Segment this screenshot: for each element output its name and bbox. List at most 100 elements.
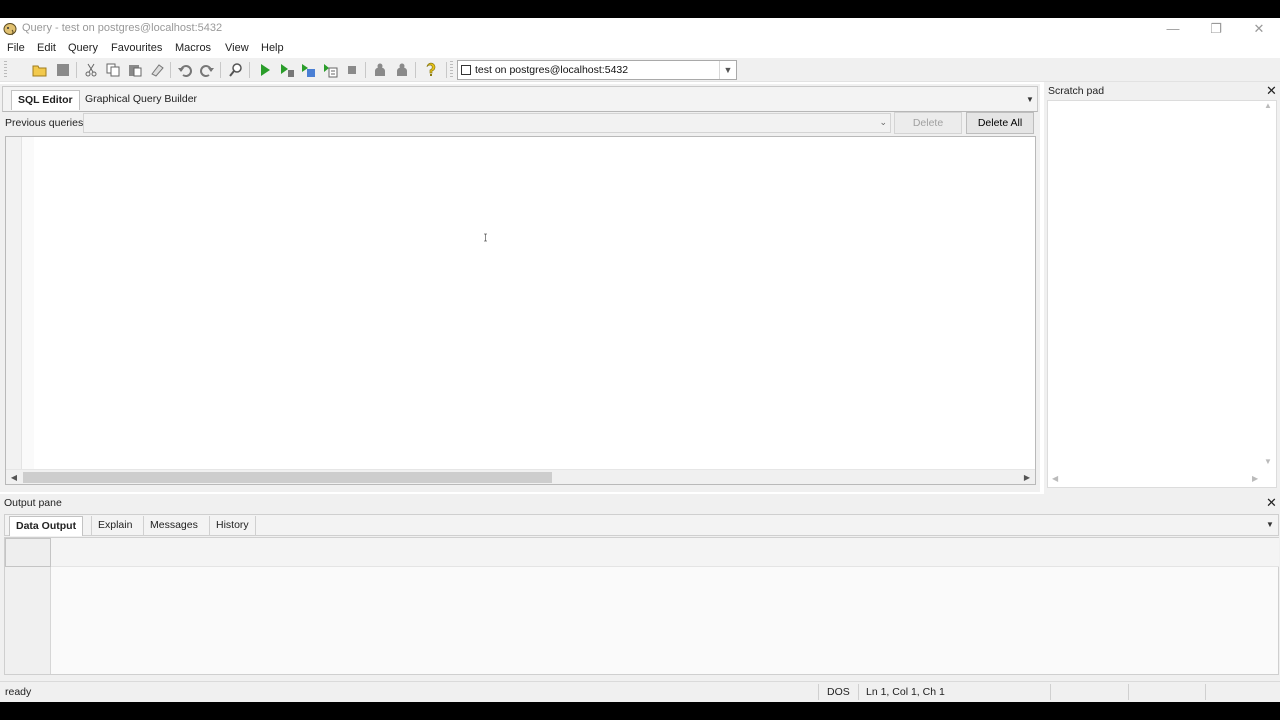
sql-editor-panel: SQL Editor Graphical Query Builder ▼ Pre… [0, 84, 1040, 492]
execute-to-file-button[interactable] [300, 62, 316, 78]
cut-button[interactable] [83, 62, 99, 78]
status-separator [858, 684, 859, 700]
execute-pgscript-button[interactable] [279, 62, 295, 78]
paste-button[interactable] [127, 62, 143, 78]
scratch-pad-title: Scratch pad [1048, 85, 1105, 97]
scroll-down-icon[interactable]: ▼ [1264, 457, 1272, 466]
scratch-horizontal-scrollbar[interactable]: ◀ ▶ [1048, 473, 1264, 487]
toolbar-separator [220, 62, 221, 78]
close-window-button[interactable]: ✕ [1237, 18, 1280, 40]
toolbar-separator [76, 62, 77, 78]
execute-to-file-icon [302, 64, 315, 77]
status-separator [818, 684, 819, 700]
tab-sql-editor[interactable]: SQL Editor [11, 90, 80, 110]
close-scratch-pad-icon[interactable]: ✕ [1266, 84, 1277, 97]
explain-options-button[interactable] [394, 62, 410, 78]
help-icon [426, 62, 436, 76]
tab-menu-chevron-icon[interactable]: ▼ [1025, 95, 1035, 105]
explain-analyze-button[interactable] [372, 62, 388, 78]
undo-icon [178, 65, 192, 77]
clear-icon [151, 64, 164, 77]
query-window: Query - test on postgres@localhost:5432 … [0, 18, 1280, 702]
editor-horizontal-scrollbar[interactable]: ◀ ▶ [6, 469, 1035, 484]
toolbar-separator [415, 62, 416, 78]
status-separator [1205, 684, 1206, 700]
output-pane-header: Output pane ✕ [0, 494, 1280, 511]
toolbar: test on postgres@localhost:5432 ▼ [0, 58, 1280, 82]
scroll-left-icon[interactable]: ◀ [7, 471, 21, 484]
text-cursor-icon [484, 233, 487, 242]
cut-icon [85, 63, 97, 77]
menu-file[interactable]: File [7, 42, 25, 54]
save-icon [57, 64, 69, 76]
minimize-button[interactable]: — [1151, 18, 1195, 40]
execute-icon [261, 64, 270, 76]
tab-history[interactable]: History [209, 516, 256, 536]
menu-macros[interactable]: Macros [175, 42, 211, 54]
screen-top-border [0, 0, 1280, 18]
help-button[interactable] [423, 62, 439, 78]
toolbar-grip-2[interactable] [450, 61, 453, 79]
line-ending-indicator: DOS [827, 686, 850, 698]
scratch-pad-header: Scratch pad ✕ [1044, 82, 1280, 98]
output-tab-menu-chevron-icon[interactable]: ▼ [1265, 520, 1275, 530]
scrollbar-thumb[interactable] [23, 472, 552, 483]
scroll-right-icon[interactable]: ▶ [1020, 471, 1034, 484]
find-icon [229, 63, 242, 77]
paste-icon [129, 65, 142, 77]
menu-help[interactable]: Help [261, 42, 284, 54]
chevron-down-icon: ⌄ [879, 117, 887, 127]
tab-explain[interactable]: Explain [91, 516, 138, 536]
explain-button[interactable] [322, 62, 338, 78]
cancel-query-button[interactable] [344, 62, 360, 78]
chevron-down-icon[interactable]: ▼ [719, 61, 736, 79]
execute-pgscript-icon [281, 64, 294, 77]
menu-edit[interactable]: Edit [37, 42, 56, 54]
scratch-pad-textarea[interactable]: ▲ ▼ ◀ ▶ [1047, 100, 1277, 488]
explain-icon [324, 64, 338, 78]
line-number-gutter [6, 137, 22, 469]
delete-all-button[interactable]: Delete All [966, 112, 1034, 134]
scroll-left-icon[interactable]: ◀ [1052, 474, 1058, 483]
toolbar-separator [365, 62, 366, 78]
status-separator [1050, 684, 1051, 700]
toolbar-grip[interactable] [4, 61, 7, 79]
menu-favourites[interactable]: Favourites [111, 42, 162, 54]
open-file-button[interactable] [32, 62, 48, 78]
sql-editor-textarea[interactable]: ◀ ▶ [5, 136, 1036, 485]
save-button[interactable] [55, 62, 71, 78]
title-bar: Query - test on postgres@localhost:5432 … [0, 18, 1280, 40]
status-text: ready [5, 686, 32, 698]
data-output-grid[interactable] [4, 537, 1279, 675]
execute-button[interactable] [257, 62, 273, 78]
redo-button[interactable] [199, 62, 215, 78]
copy-button[interactable] [105, 62, 121, 78]
undo-button[interactable] [177, 62, 193, 78]
previous-queries-select[interactable]: ⌄ [83, 113, 891, 133]
find-button[interactable] [228, 62, 244, 78]
scroll-up-icon[interactable]: ▲ [1264, 101, 1272, 110]
redo-icon [200, 65, 214, 77]
cursor-position: Ln 1, Col 1, Ch 1 [866, 686, 945, 698]
fold-margin [22, 137, 34, 469]
output-tab-strip: Data Output Explain Messages History ▼ [4, 514, 1279, 536]
toolbar-separator [249, 62, 250, 78]
close-output-pane-icon[interactable]: ✕ [1266, 496, 1277, 509]
grid-corner-cell[interactable] [5, 538, 51, 567]
scratch-vertical-scrollbar[interactable]: ▲ ▼ [1262, 101, 1276, 473]
copy-icon [106, 63, 120, 77]
clear-button[interactable] [149, 62, 165, 78]
menu-query[interactable]: Query [68, 42, 98, 54]
close-icon: ✕ [1253, 21, 1265, 36]
tab-messages[interactable]: Messages [143, 516, 204, 536]
menu-view[interactable]: View [225, 42, 249, 54]
connection-select[interactable]: test on postgres@localhost:5432 ▼ [457, 60, 737, 80]
maximize-button[interactable]: ❐ [1194, 18, 1238, 40]
tab-graphical-query-builder[interactable]: Graphical Query Builder [79, 90, 203, 110]
connection-checkbox[interactable] [461, 65, 471, 75]
tab-data-output[interactable]: Data Output [9, 516, 84, 536]
status-separator [1128, 684, 1129, 700]
pgadmin-elephant-icon [3, 23, 17, 36]
delete-button[interactable]: Delete [894, 112, 962, 134]
scroll-right-icon[interactable]: ▶ [1252, 474, 1258, 483]
